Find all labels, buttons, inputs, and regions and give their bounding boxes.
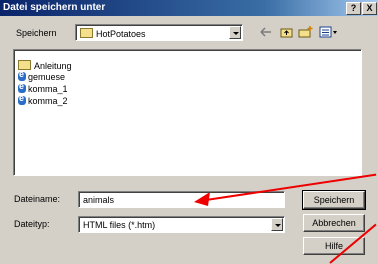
folder-icon bbox=[80, 28, 93, 38]
filename-label: Dateiname: bbox=[14, 194, 61, 204]
list-item[interactable]: Anleitung bbox=[18, 60, 72, 71]
file-list[interactable]: Anleitung gemuese komma_1 komma_2 bbox=[13, 49, 362, 176]
filetype-label: Dateityp: bbox=[14, 219, 50, 229]
list-item[interactable]: komma_2 bbox=[18, 93, 68, 106]
back-icon[interactable] bbox=[259, 26, 273, 38]
filetype-select[interactable]: HTML files (*.htm) bbox=[78, 216, 285, 233]
window-title: Datei speichern unter bbox=[3, 2, 106, 13]
ie-file-icon bbox=[18, 69, 26, 81]
ie-file-icon bbox=[18, 93, 26, 105]
titlebar: Datei speichern unter ? X bbox=[0, 0, 378, 16]
ie-file-icon bbox=[18, 81, 26, 93]
annotation-arrowhead bbox=[194, 192, 210, 206]
help-title-button[interactable]: ? bbox=[346, 2, 361, 15]
chevron-down-icon[interactable] bbox=[271, 218, 283, 231]
save-in-combo[interactable]: HotPotatoes bbox=[75, 24, 243, 41]
save-in-value: HotPotatoes bbox=[96, 29, 146, 39]
chevron-down-icon[interactable] bbox=[229, 26, 241, 39]
new-folder-icon[interactable] bbox=[298, 26, 314, 38]
save-button[interactable]: Speichern bbox=[302, 190, 366, 210]
save-in-label: Speichern bbox=[16, 28, 57, 38]
up-folder-icon[interactable] bbox=[280, 26, 294, 38]
close-title-button[interactable]: X bbox=[362, 2, 377, 15]
cancel-button[interactable]: Abbrechen bbox=[303, 214, 365, 232]
list-item[interactable]: komma_1 bbox=[18, 81, 68, 94]
view-menu-icon[interactable] bbox=[319, 26, 339, 38]
filetype-value: HTML files (*.htm) bbox=[83, 220, 156, 230]
list-item[interactable]: gemuese bbox=[18, 69, 65, 82]
filename-value: animals bbox=[83, 195, 115, 205]
